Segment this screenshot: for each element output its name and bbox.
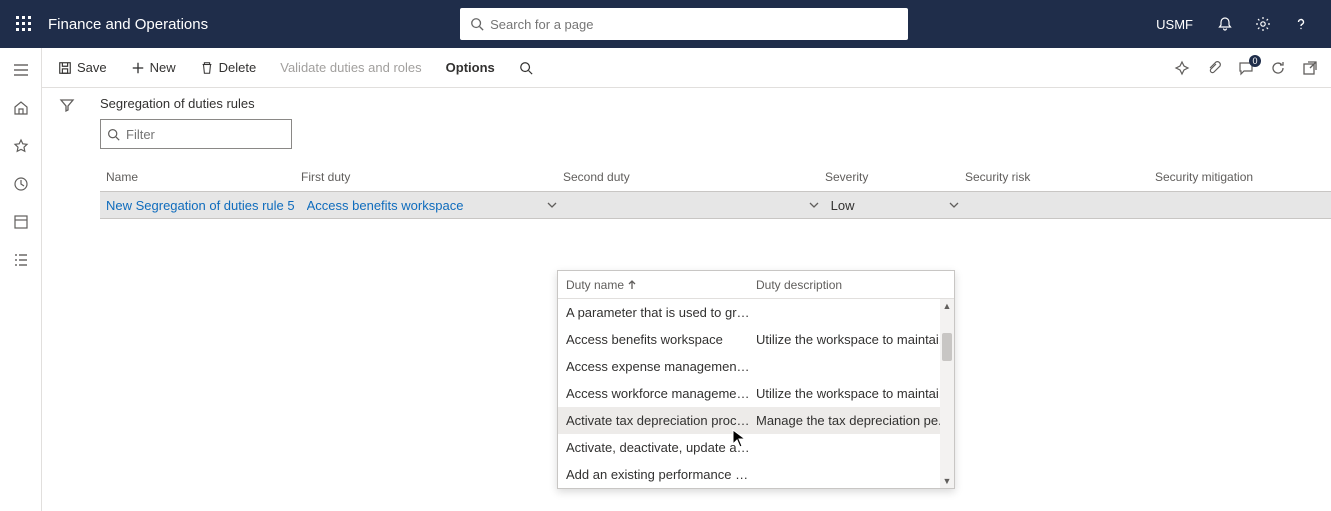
col-header-risk[interactable]: Security risk	[959, 170, 1149, 184]
dropdown-row-desc: Utilize the workspace to maintai...	[750, 332, 954, 347]
col-header-severity[interactable]: Severity	[819, 170, 959, 184]
dropdown-row[interactable]: Access expense management w...	[558, 353, 954, 380]
refresh-icon[interactable]	[1269, 59, 1287, 77]
dropdown-col-name[interactable]: Duty name	[558, 278, 750, 292]
dropdown-row-name: Access workforce management ...	[558, 386, 750, 401]
grid-header: Name First duty Second duty Severity Sec…	[100, 163, 1331, 191]
validate-duties-button[interactable]: Validate duties and roles	[272, 56, 429, 79]
new-button[interactable]: New	[123, 56, 184, 79]
command-search-button[interactable]	[511, 57, 541, 79]
grid-row[interactable]: New Segregation of duties rule 5 Access …	[100, 191, 1331, 219]
dropdown-row-name: Add an existing performance jo...	[558, 467, 750, 482]
command-bar: Save New Delete Validate duties and role…	[42, 48, 1331, 88]
app-launcher-icon[interactable]	[8, 8, 40, 40]
col-header-name[interactable]: Name	[100, 170, 295, 184]
dropdown-row-desc: Manage the tax depreciation pe...	[750, 413, 954, 428]
recent-icon[interactable]	[11, 174, 31, 194]
delete-button[interactable]: Delete	[192, 56, 265, 79]
company-label[interactable]: USMF	[1156, 17, 1193, 32]
dropdown-row-name: Access benefits workspace	[558, 332, 750, 347]
cell-name[interactable]: New Segregation of duties rule 5	[106, 198, 295, 213]
dropdown-row[interactable]: Activate tax depreciation processManage …	[558, 407, 954, 434]
scroll-up-icon[interactable]: ▲	[940, 299, 954, 313]
top-header: Finance and Operations USMF	[0, 0, 1331, 48]
scroll-down-icon[interactable]: ▼	[940, 474, 954, 488]
popout-icon[interactable]	[1301, 59, 1319, 77]
delete-label: Delete	[219, 60, 257, 75]
options-label: Options	[446, 60, 495, 75]
dropdown-row-name: A parameter that is used to gro...	[558, 305, 750, 320]
sort-ascending-icon	[628, 280, 636, 290]
filter-pane-icon[interactable]	[58, 96, 76, 114]
dropdown-row-name: Activate, deactivate, update and...	[558, 440, 750, 455]
scroll-thumb[interactable]	[942, 333, 952, 361]
messages-icon[interactable]: 0	[1237, 59, 1255, 77]
dropdown-header: Duty name Duty description	[558, 271, 954, 299]
chevron-down-icon[interactable]	[809, 200, 819, 210]
dropdown-row-desc: Utilize the workspace to maintai...	[750, 386, 954, 401]
dropdown-row-name: Access expense management w...	[558, 359, 750, 374]
app-title: Finance and Operations	[48, 16, 208, 33]
bell-icon[interactable]	[1215, 14, 1235, 34]
dropdown-scrollbar[interactable]: ▲ ▼	[940, 299, 954, 488]
search-icon	[470, 17, 484, 31]
star-icon[interactable]	[11, 136, 31, 156]
hamburger-icon[interactable]	[11, 60, 31, 80]
dropdown-row-name: Activate tax depreciation process	[558, 413, 750, 428]
page-title: Segregation of duties rules	[100, 96, 1331, 111]
save-button[interactable]: Save	[50, 56, 115, 79]
cell-severity[interactable]: Low	[831, 198, 959, 213]
cell-first-duty[interactable]: Access benefits workspace	[307, 198, 557, 213]
attachment-icon[interactable]	[1205, 59, 1223, 77]
dropdown-row[interactable]: Activate, deactivate, update and...	[558, 434, 954, 461]
copilot-icon[interactable]	[1173, 59, 1191, 77]
chevron-down-icon[interactable]	[949, 200, 959, 210]
new-label: New	[150, 60, 176, 75]
left-nav-rail	[0, 48, 42, 511]
quick-filter-input[interactable]	[126, 127, 285, 142]
help-icon[interactable]	[1291, 14, 1311, 34]
dropdown-row[interactable]: Access benefits workspaceUtilize the wor…	[558, 326, 954, 353]
messages-badge: 0	[1249, 55, 1261, 67]
second-duty-dropdown: Duty name Duty description A parameter t…	[557, 270, 955, 489]
col-header-mitigation[interactable]: Security mitigation	[1149, 170, 1331, 184]
home-icon[interactable]	[11, 98, 31, 118]
col-header-first-duty[interactable]: First duty	[295, 170, 557, 184]
save-label: Save	[77, 60, 107, 75]
validate-label: Validate duties and roles	[280, 60, 421, 75]
dropdown-row[interactable]: Access workforce management ...Utilize t…	[558, 380, 954, 407]
dropdown-row[interactable]: Add an existing performance jo...	[558, 461, 954, 488]
quick-filter[interactable]	[100, 119, 292, 149]
search-input[interactable]	[490, 17, 898, 32]
dropdown-row[interactable]: A parameter that is used to gro...	[558, 299, 954, 326]
options-button[interactable]: Options	[438, 56, 503, 79]
global-search[interactable]	[460, 8, 908, 40]
gear-icon[interactable]	[1253, 14, 1273, 34]
filter-search-icon	[107, 128, 120, 141]
col-header-second-duty[interactable]: Second duty	[557, 170, 819, 184]
chevron-down-icon[interactable]	[547, 200, 557, 210]
modules-icon[interactable]	[11, 250, 31, 270]
rules-grid: Name First duty Second duty Severity Sec…	[100, 163, 1331, 219]
dropdown-col-desc[interactable]: Duty description	[750, 278, 954, 292]
workspace-icon[interactable]	[11, 212, 31, 232]
